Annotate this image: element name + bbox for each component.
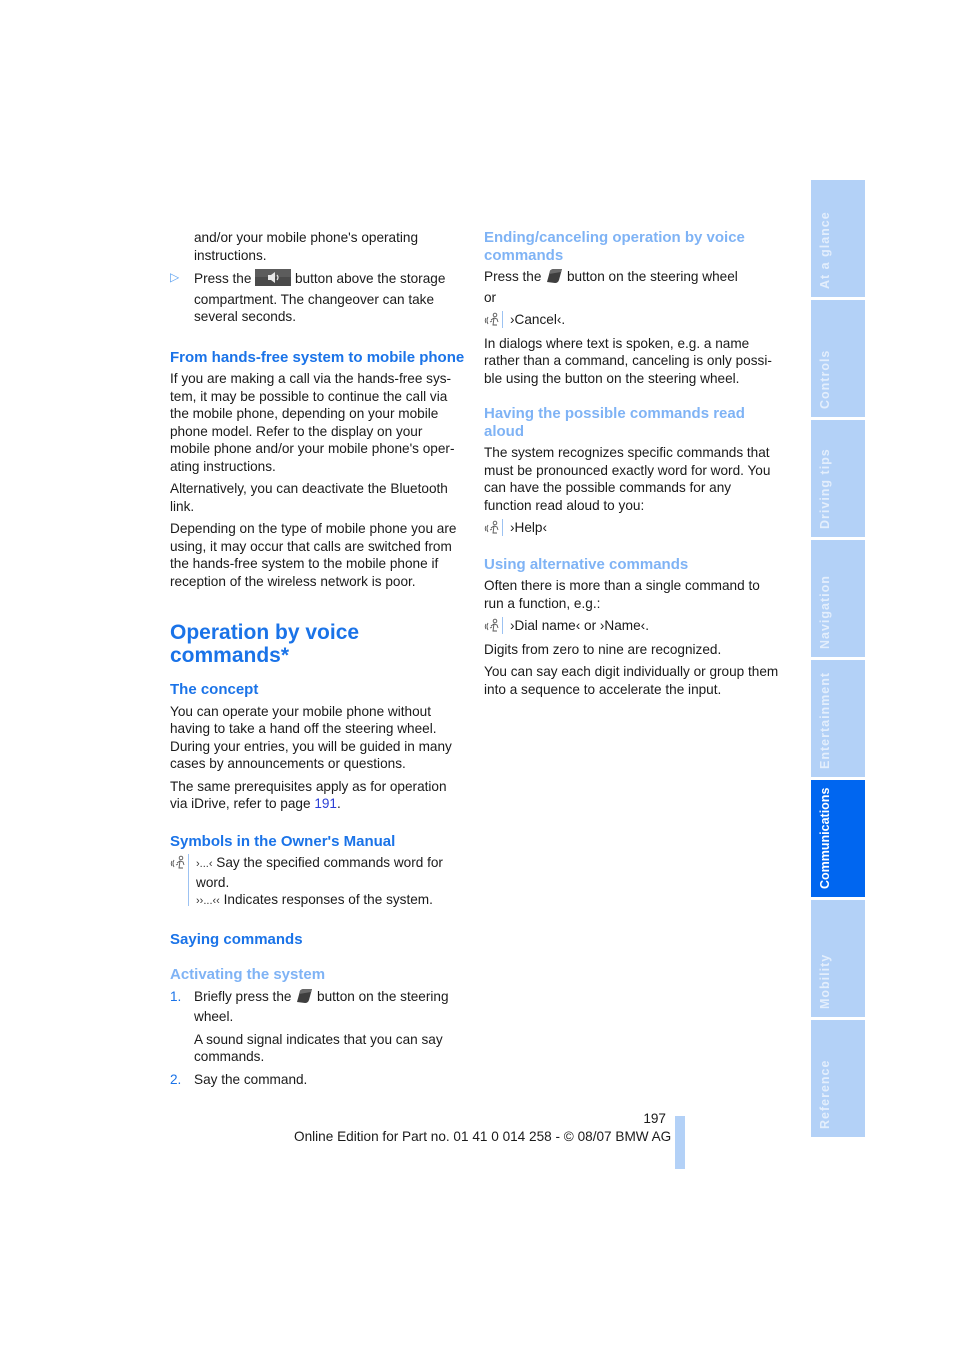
help-command: ›Help‹ [484,519,779,537]
tab-mobility[interactable]: Mobility [811,900,865,1017]
cancel-command: ›Cancel‹. [484,311,779,329]
ending-press: Press the button on the steering wheel o… [484,268,738,305]
concept-paragraph: You can operate your mobile phone withou… [170,703,452,772]
tab-controls[interactable]: Controls [811,300,865,417]
edition-footer: Online Edition for Part no. 01 41 0 014 … [294,1129,672,1144]
footer-accent-bar [675,1116,685,1169]
from-handsfree-paragraph: Alternatively, you can deactivate the Bl… [170,481,448,514]
tab-communications[interactable]: Communications [811,780,865,897]
voice-command-icon [170,854,189,906]
tab-reference[interactable]: Reference [811,1020,865,1137]
step-1-note: A sound signal indicates that you can sa… [194,1031,443,1065]
voice-command-icon [484,311,503,328]
ending-heading: Ending/canceling operation by voice comm… [484,229,745,264]
group-digits-paragraph: You can say each digit individually or g… [484,664,779,697]
page-number: 197 [643,1111,666,1126]
steering-wheel-voice-button-icon [545,268,563,289]
digits-paragraph: Digits from zero to nine are recognized. [484,641,722,657]
tab-navigation[interactable]: Navigation [811,540,865,657]
concept-paragraph-2: The same prerequisites apply as for oper… [170,778,447,812]
triangle-bullet-icon: ▷ [170,270,180,284]
alternative-paragraph: Often there is more than a single comman… [484,578,760,611]
step-1: 1. Briefly press the button on the steer… [170,988,449,1024]
from-handsfree-paragraph: Depending on the type of mobile phone yo… [170,521,457,589]
symbols-block: ›...‹ Say the specified commands word fo… [170,854,465,911]
right-column: Ending/canceling operation by voice comm… [484,229,779,703]
voice-command-icon [484,519,503,536]
speaker-button-icon [255,269,292,291]
alternative-heading: Using alternative commands [484,555,689,573]
tab-driving-tips[interactable]: Driving tips [811,420,865,537]
from-handsfree-heading: From hands-free system to mobile phone [170,348,465,366]
section-title: Operation by voice commands* [170,621,360,667]
left-column: and/or your mobile phone's operating ins… [170,229,465,1093]
read-aloud-heading: Having the possible commands read aloud [484,405,745,440]
intro-continuation: and/or your mobile phone's operating ins… [194,230,419,263]
step-2: 2. Say the command. [170,1071,308,1087]
symbols-heading: Symbols in the Owner's Manual [170,832,396,850]
voice-command-icon [484,617,503,634]
activating-system-heading: Activating the system [170,966,326,983]
from-handsfree-paragraph: If you are making a call via the hands-f… [170,371,455,474]
bullet-press-button: ▷ Press the button above the storage com… [170,269,446,324]
chapter-tabs: At a glance Controls Driving tips Naviga… [811,180,865,1140]
tab-entertainment[interactable]: Entertainment [811,660,865,777]
read-aloud-paragraph: The system recognizes specific commands … [484,445,771,513]
page-link-191[interactable]: 191 [314,796,337,811]
concept-heading: The concept [170,681,259,698]
ending-paragraph: In dialogs where text is spoken, e.g. a … [484,335,772,386]
tab-at-a-glance[interactable]: At a glance [811,180,865,297]
saying-commands-heading: Saying commands [170,930,303,948]
steering-wheel-voice-button-icon [295,988,313,1009]
dial-name-command: ›Dial name‹ or ›Name‹. [484,617,779,635]
